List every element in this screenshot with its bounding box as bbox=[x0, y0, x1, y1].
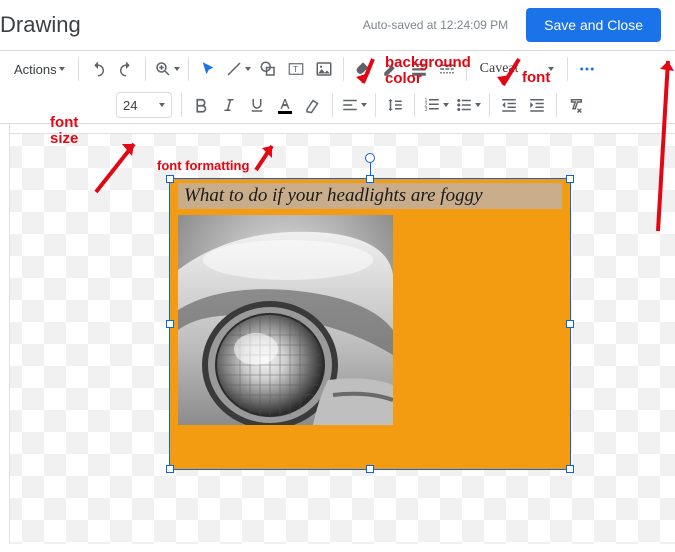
decrease-indent-button[interactable] bbox=[495, 91, 523, 119]
selected-shape[interactable]: What to do if your headlights are foggy bbox=[170, 179, 570, 469]
toolbar-row-1: Actions T Caveat bbox=[0, 51, 675, 87]
resize-handle-se[interactable] bbox=[566, 465, 574, 473]
chevron-down-icon bbox=[475, 103, 481, 107]
resize-handle-n[interactable] bbox=[366, 175, 374, 183]
numbered-list-button[interactable]: 123 bbox=[420, 91, 452, 119]
bold-button[interactable] bbox=[187, 91, 215, 119]
clear-formatting-button[interactable] bbox=[562, 91, 590, 119]
resize-handle-s[interactable] bbox=[366, 465, 374, 473]
dialog-title: Drawing bbox=[0, 12, 81, 38]
chevron-down-icon bbox=[245, 67, 251, 71]
svg-text:3: 3 bbox=[425, 107, 428, 113]
resize-handle-ne[interactable] bbox=[566, 175, 574, 183]
autosave-status: Auto-saved at 12:24:09 PM bbox=[363, 18, 508, 32]
textbox-tool[interactable]: T bbox=[282, 55, 310, 83]
shape-tool[interactable] bbox=[254, 55, 282, 83]
undo-button[interactable] bbox=[84, 55, 112, 83]
underline-button[interactable] bbox=[243, 91, 271, 119]
resize-handle-w[interactable] bbox=[166, 320, 174, 328]
save-and-close-button[interactable]: Save and Close bbox=[526, 8, 661, 42]
rotate-handle[interactable] bbox=[365, 153, 375, 163]
italic-button[interactable] bbox=[215, 91, 243, 119]
shape-title-text[interactable]: What to do if your headlights are foggy bbox=[178, 183, 562, 209]
highlight-color-button[interactable] bbox=[299, 91, 327, 119]
chevron-down-icon bbox=[159, 103, 165, 107]
font-picker[interactable]: Caveat bbox=[472, 55, 562, 83]
font-name-label: Caveat bbox=[480, 61, 519, 77]
resize-handle-sw[interactable] bbox=[166, 465, 174, 473]
line-spacing-button[interactable] bbox=[381, 91, 409, 119]
chevron-down-icon bbox=[361, 103, 367, 107]
align-button[interactable] bbox=[338, 91, 370, 119]
actions-menu[interactable]: Actions bbox=[6, 55, 73, 83]
chevron-down-icon bbox=[59, 67, 65, 71]
toolbar-row-2: 24 123 bbox=[0, 87, 675, 123]
border-color-button[interactable] bbox=[377, 55, 405, 83]
bulleted-list-button[interactable] bbox=[452, 91, 484, 119]
increase-indent-button[interactable] bbox=[523, 91, 551, 119]
font-size-value: 24 bbox=[123, 98, 137, 113]
border-weight-button[interactable] bbox=[405, 55, 433, 83]
resize-handle-nw[interactable] bbox=[166, 175, 174, 183]
shape-embedded-image[interactable] bbox=[178, 215, 393, 425]
chevron-down-icon bbox=[548, 67, 554, 71]
resize-handle-e[interactable] bbox=[566, 320, 574, 328]
font-size-input[interactable]: 24 bbox=[116, 92, 172, 118]
text-color-button[interactable] bbox=[271, 91, 299, 119]
fill-color-button[interactable] bbox=[349, 55, 377, 83]
zoom-button[interactable] bbox=[151, 55, 183, 83]
image-tool[interactable] bbox=[310, 55, 338, 83]
actions-label: Actions bbox=[14, 62, 57, 77]
more-options-button[interactable] bbox=[573, 55, 601, 83]
border-dash-button[interactable] bbox=[433, 55, 461, 83]
ruler bbox=[0, 124, 675, 134]
redo-button[interactable] bbox=[112, 55, 140, 83]
ruler-vertical bbox=[0, 124, 10, 544]
select-tool[interactable] bbox=[194, 55, 222, 83]
line-tool[interactable] bbox=[222, 55, 254, 83]
chevron-down-icon bbox=[443, 103, 449, 107]
chevron-down-icon bbox=[174, 67, 180, 71]
drawing-canvas[interactable]: What to do if your headlights are foggy bbox=[0, 124, 675, 544]
svg-text:T: T bbox=[293, 65, 298, 74]
